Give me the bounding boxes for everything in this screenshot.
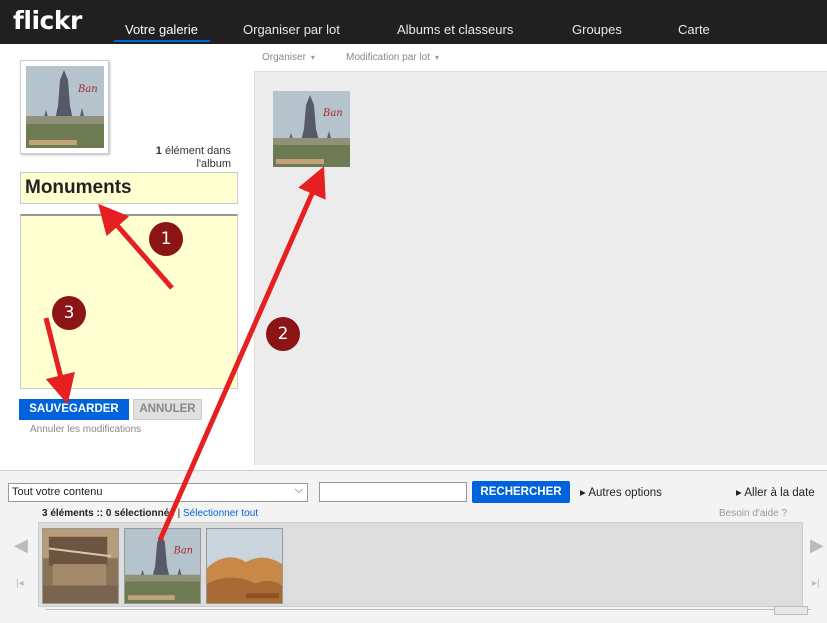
- step-3-badge: 3: [52, 296, 86, 330]
- arrow-drag-photo: [157, 166, 326, 542]
- arrow-to-save: [43, 317, 75, 405]
- step-1-badge: 1: [149, 222, 183, 256]
- step-2-badge: 2: [266, 317, 300, 351]
- annotation-overlay: [43, 166, 326, 542]
